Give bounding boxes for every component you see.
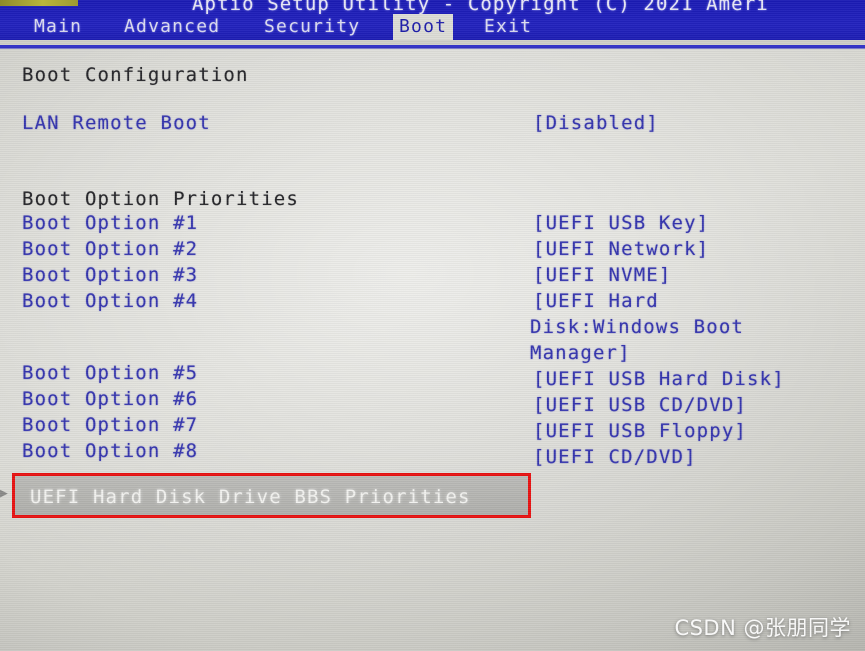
boot-option-value-1[interactable]: [UEFI USB Key] (533, 212, 709, 234)
window-title: Aptio Setup Utility - Copyright (C) 2021… (192, 0, 769, 15)
section-title-boot-option-priorities: Boot Option Priorities (22, 188, 299, 210)
settings-panel: Boot Configuration LAN Remote Boot [Disa… (0, 50, 865, 651)
boot-option-label-3[interactable]: Boot Option #3 (22, 264, 198, 286)
menu-item-exit[interactable]: Exit (478, 14, 538, 40)
menu-item-main[interactable]: Main (28, 14, 88, 40)
boot-option-value-3[interactable]: [UEFI NVME] (533, 264, 671, 286)
boot-option-value-7[interactable]: [UEFI USB Floppy] (533, 420, 747, 442)
boot-option-value-4-line-2[interactable]: Disk:Windows Boot (530, 316, 744, 338)
setting-label-lan-remote-boot[interactable]: LAN Remote Boot (22, 112, 211, 134)
boot-option-label-1[interactable]: Boot Option #1 (22, 212, 198, 234)
boot-option-label-7[interactable]: Boot Option #7 (22, 414, 198, 436)
watermark: CSDN @张朋同学 (674, 616, 851, 640)
titlebar: Aptio Setup Utility - Copyright (C) 2021… (0, 0, 865, 45)
boot-option-value-6[interactable]: [UEFI USB CD/DVD] (533, 394, 747, 416)
submenu-arrow-icon: ▶ (0, 486, 8, 501)
boot-option-value-2[interactable]: [UEFI Network] (533, 238, 709, 260)
boot-option-value-4-line-1[interactable]: [UEFI Hard (533, 290, 659, 312)
boot-option-label-6[interactable]: Boot Option #6 (22, 388, 198, 410)
photo-artifact-strip (0, 0, 78, 6)
boot-option-label-8[interactable]: Boot Option #8 (22, 440, 198, 462)
menu-item-security[interactable]: Security (258, 14, 366, 40)
bios-screen: Aptio Setup Utility - Copyright (C) 2021… (0, 0, 865, 651)
boot-option-label-4[interactable]: Boot Option #4 (22, 290, 198, 312)
menubar: Main Advanced Security Boot Exit (0, 14, 865, 40)
boot-option-value-4-line-3[interactable]: Manager] (530, 342, 631, 364)
boot-option-label-5[interactable]: Boot Option #5 (22, 362, 198, 384)
boot-option-value-5[interactable]: [UEFI USB Hard Disk] (533, 368, 785, 390)
page-title: Boot Configuration (22, 64, 249, 86)
boot-option-label-2[interactable]: Boot Option #2 (22, 238, 198, 260)
boot-option-value-8[interactable]: [UEFI CD/DVD] (533, 446, 697, 468)
submenu-label: UEFI Hard Disk Drive BBS Priorities (30, 486, 471, 508)
menu-item-advanced[interactable]: Advanced (118, 14, 226, 40)
menu-item-boot[interactable]: Boot (393, 14, 454, 40)
menubar-divider (0, 45, 865, 49)
submenu-uefi-hard-disk-drive-bbs-priorities[interactable]: UEFI Hard Disk Drive BBS Priorities (12, 473, 531, 518)
setting-value-lan-remote-boot[interactable]: [Disabled] (533, 112, 659, 134)
